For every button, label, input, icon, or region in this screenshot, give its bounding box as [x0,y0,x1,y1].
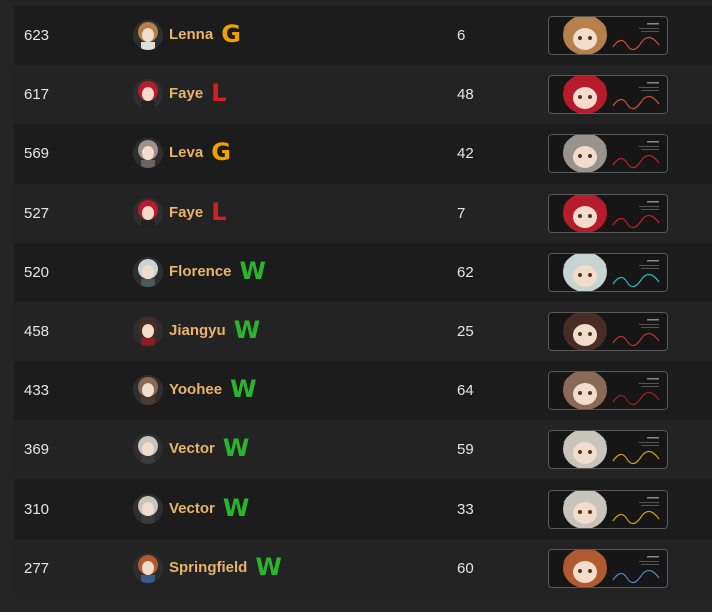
faye-avatar-icon [133,79,163,110]
character-name-label: Springfield [169,558,248,576]
springfield-banner-icon[interactable] [548,548,668,588]
score-cell: 569 [24,145,50,163]
character-name-label: Leva [169,144,204,162]
character-name: Faye L [169,184,227,243]
result-badge: W [222,434,250,463]
count-cell: 60 [457,559,474,577]
result-badge: W [233,316,261,344]
count-cell: 25 [457,323,474,340]
character-name: Vector W [169,420,249,479]
table-row[interactable]: 433 Yoohee W 64 [14,361,712,421]
character-name: Leva G [169,124,231,183]
character-name: Faye L [169,65,227,124]
result-badge: W [230,375,257,404]
character-name-label: Vector [169,499,215,517]
character-name-label: Faye [169,203,204,221]
character-name-label: Lenna [169,26,214,43]
vector-banner-icon[interactable] [548,489,668,529]
result-badge: G [211,138,231,167]
character-name-label: Faye [169,85,204,103]
count-cell: 62 [457,263,474,281]
table-row[interactable]: 527 Faye L 7 [14,183,712,243]
jiangyu-banner-icon[interactable] [548,312,668,351]
count-cell: 7 [457,204,466,222]
table-row[interactable]: 569 Leva G 42 [14,124,712,184]
table-row[interactable]: 458 Jiangyu W 25 [14,302,712,361]
leaderboard-panel: 623 Lenna G 6 617 Faye L 48 569 Leva G 42 527 Faye L 7 5… [14,6,712,598]
result-badge: G [221,20,241,48]
count-cell: 59 [457,441,474,459]
jiangyu-avatar-icon [133,316,163,346]
character-name-label: Jiangyu [169,322,226,339]
lenna-avatar-icon [133,20,163,50]
table-row[interactable]: 310 Vector W 33 [14,479,712,539]
character-name: Yoohee W [169,361,257,420]
table-row[interactable]: 277 Springfield W 60 [14,538,712,598]
vector-avatar-icon [133,493,163,524]
score-cell: 433 [24,382,50,400]
florence-banner-icon[interactable] [548,252,668,292]
score-cell: 527 [24,204,50,222]
result-badge: W [222,493,250,522]
character-name: Lenna G [169,6,241,65]
count-cell: 42 [457,145,474,163]
leva-banner-icon[interactable] [548,193,668,233]
vector-banner-icon[interactable] [548,430,668,470]
leva-banner-icon[interactable] [548,134,668,174]
character-name: Florence W [169,243,266,302]
result-badge: W [255,552,282,581]
count-cell: 48 [457,86,474,104]
score-cell: 520 [24,263,50,281]
florence-avatar-icon [133,256,163,287]
result-badge: W [239,256,267,285]
character-name: Vector W [169,480,249,539]
character-name: Springfield W [169,539,282,598]
score-cell: 617 [24,86,50,104]
faye-avatar-icon [133,197,163,228]
yoohee-banner-icon[interactable] [548,371,668,411]
character-name-label: Florence [169,262,232,280]
score-cell: 623 [24,27,50,44]
character-name-label: Yoohee [169,381,223,399]
count-cell: 64 [457,382,474,400]
character-name-label: Vector [169,440,215,458]
yoohee-avatar-icon [133,375,163,406]
lenna-banner-icon[interactable] [548,16,668,55]
character-name: Jiangyu W [169,302,260,361]
table-row[interactable]: 369 Vector W 59 [14,420,712,480]
leva-avatar-icon [133,138,163,169]
score-cell: 310 [24,500,50,518]
table-row[interactable]: 623 Lenna G 6 [14,6,712,65]
result-badge: L [211,79,227,108]
score-cell: 458 [24,323,50,340]
score-cell: 369 [24,441,50,459]
count-cell: 6 [457,27,466,44]
table-row[interactable]: 617 Faye L 48 [14,65,712,125]
vector-avatar-icon [133,434,163,465]
result-badge: L [211,197,227,226]
table-row[interactable]: 520 Florence W 62 [14,242,712,302]
count-cell: 33 [457,500,474,518]
lenna-banner-icon[interactable] [548,75,668,115]
score-cell: 277 [24,559,50,577]
springfield-avatar-icon [133,552,163,583]
